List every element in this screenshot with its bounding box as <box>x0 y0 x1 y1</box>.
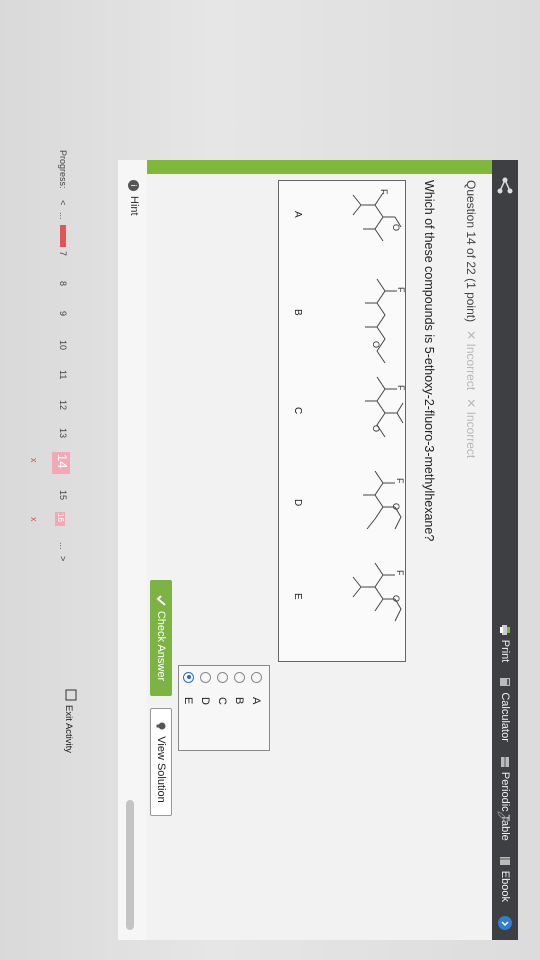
progress-next[interactable]: > <box>58 556 68 561</box>
progress-ellipsis-left: ... <box>58 212 68 220</box>
progress-page-13[interactable]: 13 <box>58 428 68 438</box>
progress-page-9[interactable]: 9 <box>58 311 68 316</box>
progress-ellipsis-right: ... <box>58 542 68 550</box>
progress-page-11[interactable]: 11 <box>58 370 68 379</box>
exit-activity-link[interactable]: Exit Activity <box>63 689 77 753</box>
current-page-number: 14 <box>55 454 70 468</box>
progress-prev[interactable]: < <box>58 200 68 205</box>
page-16-mark: x <box>29 517 39 522</box>
exit-icon <box>65 689 77 701</box>
progress-page-16: 16 <box>56 513 65 522</box>
exit-activity-label: Exit Activity <box>63 705 74 753</box>
progress-page-10[interactable]: 10 <box>58 340 68 350</box>
progress-overlay: Progress: < ... 7 8 9 10 11 12 13 15 ...… <box>29 150 77 753</box>
progress-page-8[interactable]: 8 <box>58 281 68 286</box>
page-14-mark: x <box>29 458 39 463</box>
progress-page-7[interactable]: 7 <box>58 251 68 256</box>
progress-label: Progress: <box>58 150 68 189</box>
progress-page-15[interactable]: 15 <box>58 490 68 500</box>
progress-first-marker <box>60 225 66 247</box>
progress-page-12[interactable]: 12 <box>58 400 68 410</box>
